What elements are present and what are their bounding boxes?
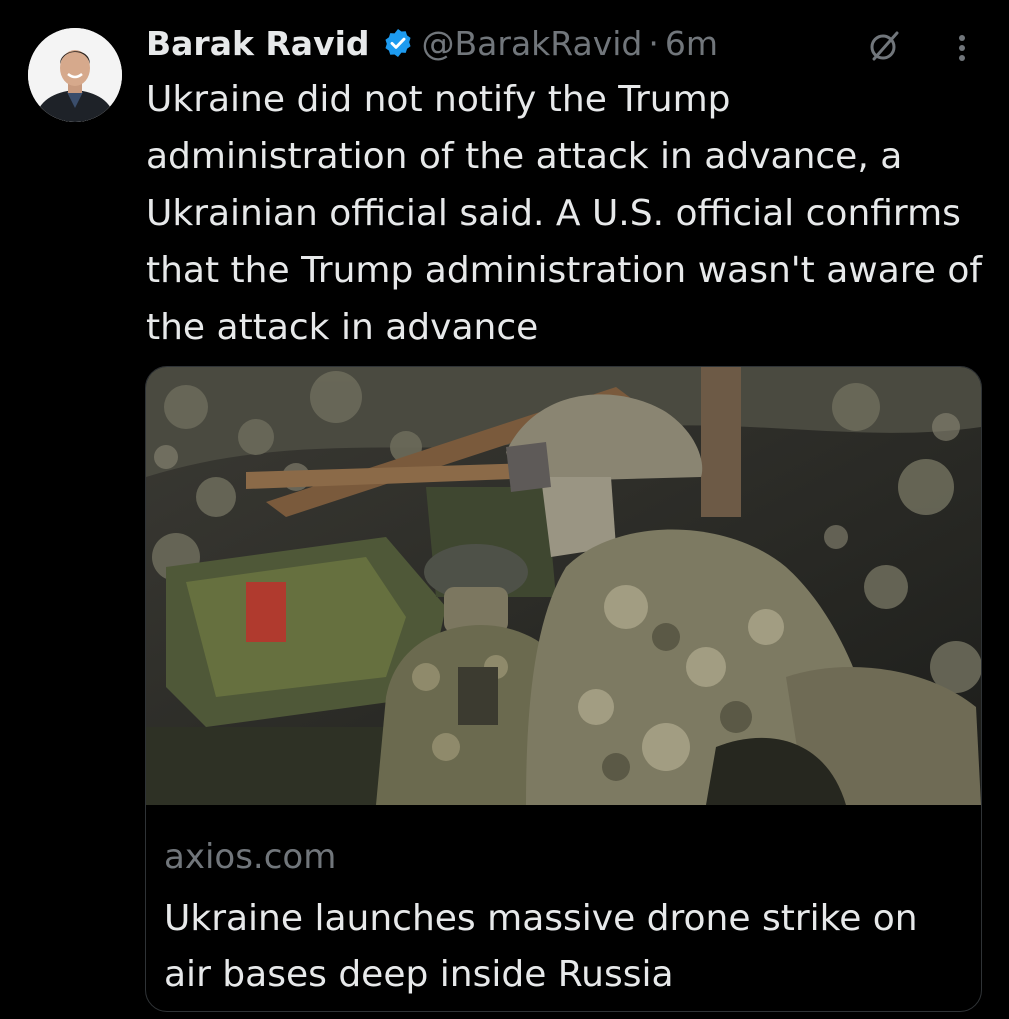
card-image[interactable] — [146, 367, 981, 805]
tweet-header: Barak Ravid @BarakRavid · 6m — [146, 20, 986, 66]
author-display-name[interactable]: Barak Ravid — [146, 24, 370, 63]
more-options-icon[interactable] — [952, 30, 972, 66]
tweet-text: Ukraine did not notify the Trump adminis… — [146, 79, 983, 348]
author-handle[interactable]: @BarakRavid — [422, 24, 643, 63]
grok-icon[interactable] — [866, 28, 902, 64]
timestamp[interactable]: 6m — [665, 24, 718, 63]
card-title[interactable]: Ukraine launches massive drone strike on… — [164, 891, 964, 1003]
avatar-image — [28, 28, 122, 122]
separator-dot: · — [648, 23, 659, 63]
card-domain[interactable]: axios.com — [164, 837, 336, 877]
verified-badge-icon[interactable] — [382, 27, 414, 59]
link-card[interactable]: axios.com Ukraine launches massive drone… — [145, 366, 982, 1012]
avatar[interactable] — [28, 28, 122, 122]
